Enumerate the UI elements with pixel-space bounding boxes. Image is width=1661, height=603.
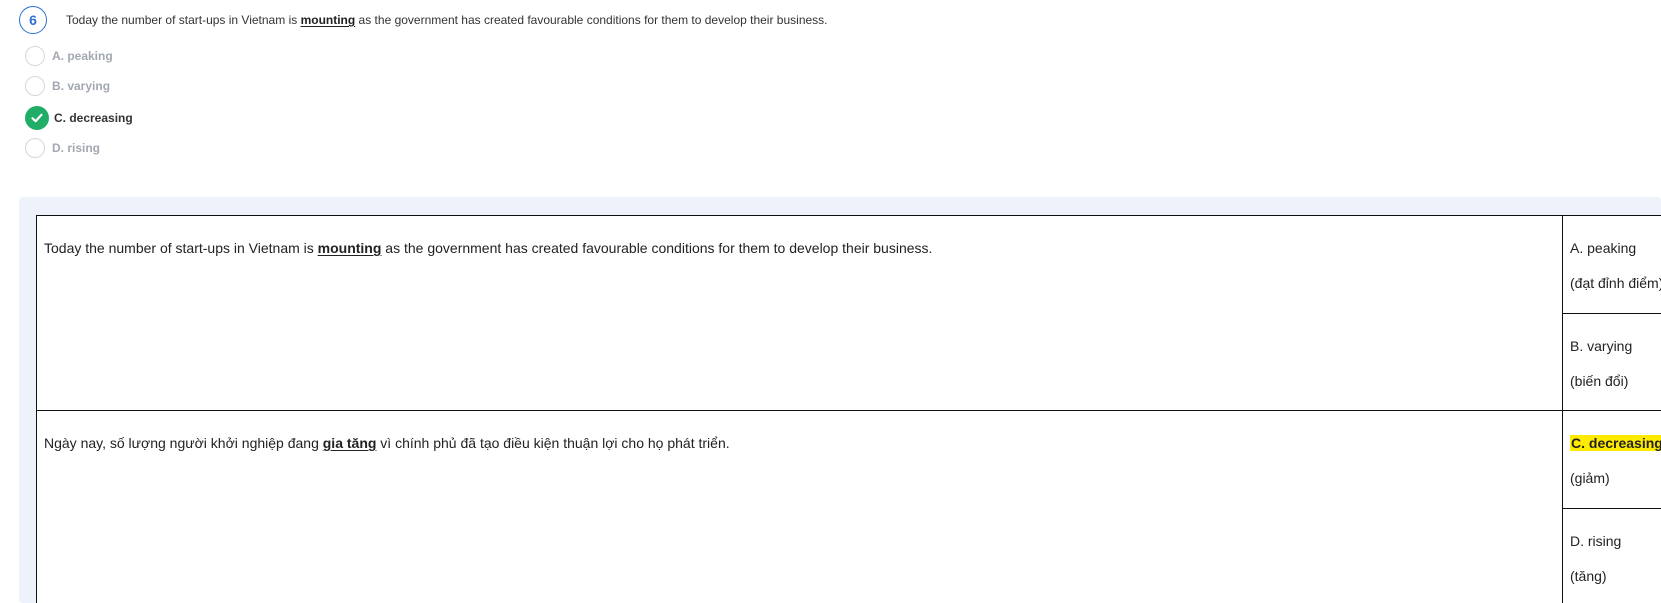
check-circle-icon[interactable] [25,106,49,130]
choice-cell-a: A. peaking (đạt đỉnh điểm) [1562,215,1661,314]
option-c-label: C. decreasing [54,111,133,125]
quiz-page: 6 Today the number of start-ups in Vietn… [0,0,1661,603]
choice-d-translation: (tăng) [1570,567,1607,584]
question-text-after: as the government has created favourable… [355,13,828,27]
option-a-label: A. peaking [52,49,113,63]
explanation-table-wrap: Today the number of start-ups in Vietnam… [36,215,1661,603]
choice-a-label: A. peaking [1570,240,1637,256]
checkmark-icon [31,113,43,123]
vietnamese-sentence-cell: Ngày nay, số lượng người khởi nghiệp đan… [36,410,1563,603]
choice-b-translation: (biến đổi) [1570,372,1629,389]
choice-c-label: C. decreasing [1570,435,1661,451]
question-keyword: mounting [300,13,356,27]
choice-cell-b: B. varying (biến đổi) [1562,312,1661,411]
english-sentence-cell: Today the number of start-ups in Vietnam… [36,215,1563,411]
option-b[interactable]: B. varying [25,75,110,97]
choice-cell-d: D. rising (tăng) [1562,507,1661,603]
choice-d-label: D. rising [1570,532,1622,549]
radio-icon[interactable] [25,46,45,66]
english-after: as the government has created favourable… [381,240,933,256]
question-text-before: Today the number of start-ups in Vietnam… [66,13,301,27]
option-d[interactable]: D. rising [25,137,100,159]
choice-c-translation: (giảm) [1570,470,1610,486]
choice-b-label: B. varying [1570,337,1633,354]
vietnamese-keyword: gia tăng [322,435,377,451]
option-c[interactable]: C. decreasing [25,106,133,130]
question-text: Today the number of start-ups in Vietnam… [66,13,828,27]
english-before: Today the number of start-ups in Vietnam… [44,240,318,256]
choice-a-translation: (đạt đỉnh điểm) [1570,275,1661,291]
vietnamese-before: Ngày nay, số lượng người khởi nghiệp đan… [44,435,323,451]
english-keyword: mounting [317,240,382,256]
explanation-table: Today the number of start-ups in Vietnam… [36,215,1661,603]
choice-cell-c: C. decreasing (giảm) [1562,410,1661,509]
radio-icon[interactable] [25,76,45,96]
option-b-label: B. varying [52,79,111,93]
option-a[interactable]: A. peaking [25,45,113,67]
radio-icon[interactable] [25,138,45,158]
vietnamese-after: vì chính phủ đã tạo điều kiện thuận lợi … [376,435,730,451]
choice-c-label-wrap: C. decreasing [1570,435,1661,451]
question-number: 6 [19,6,47,34]
option-d-label: D. rising [52,141,101,155]
